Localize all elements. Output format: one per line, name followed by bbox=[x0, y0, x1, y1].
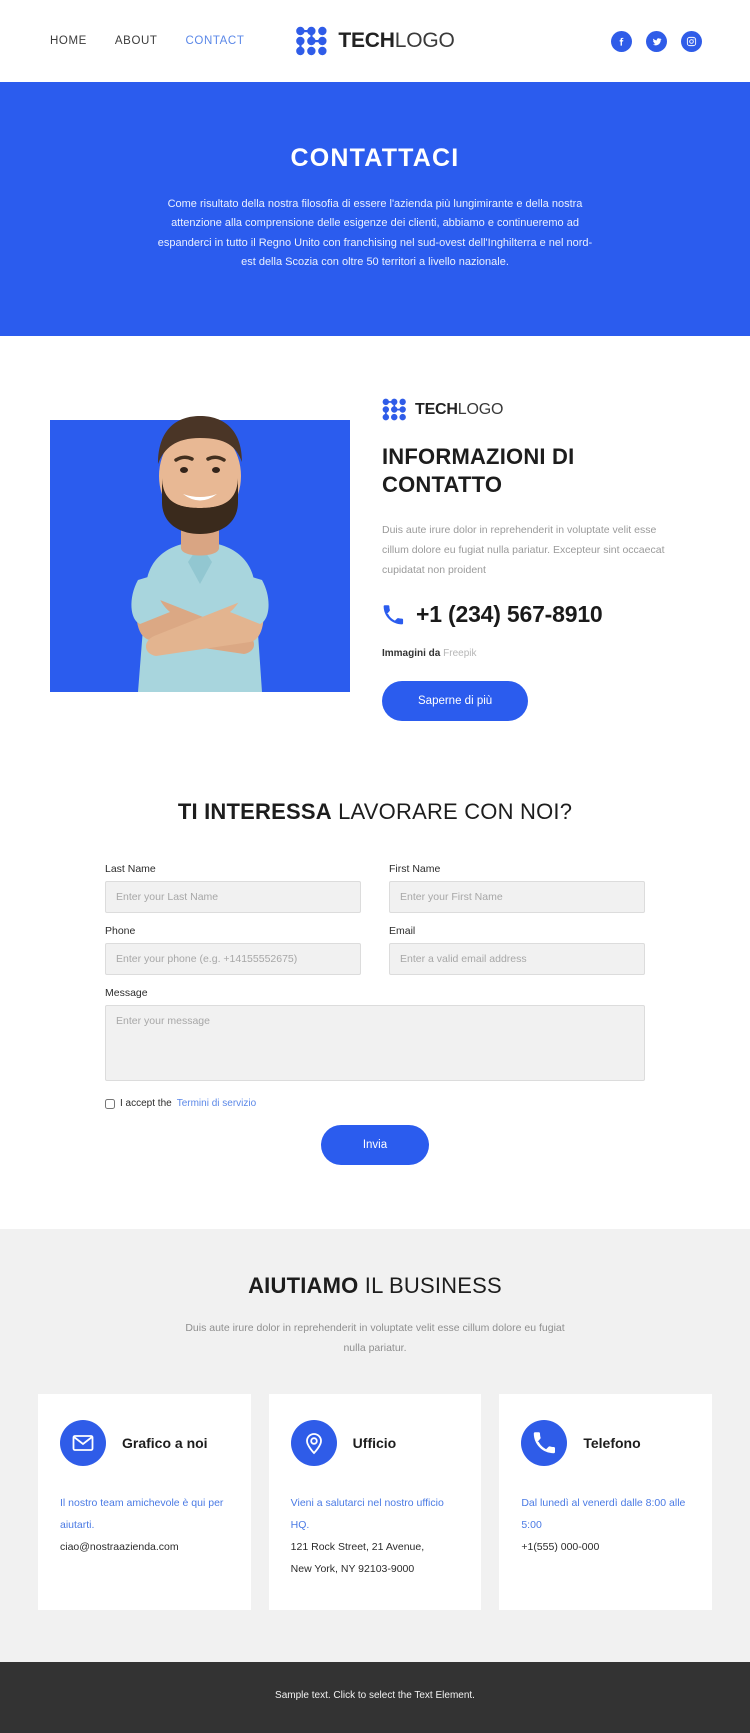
card-blue-line: Vieni a salutarci nel nostro ufficio HQ. bbox=[290, 1496, 444, 1532]
help-subtitle: Duis aute irure dolor in reprehenderit i… bbox=[185, 1322, 565, 1354]
phone-icon bbox=[383, 604, 404, 624]
phone-row[interactable]: +1 (234) 567-8910 bbox=[382, 601, 700, 628]
job-form-section: TI INTERESSA LAVORARE CON NOI? Last Name… bbox=[0, 777, 750, 1230]
credit-prefix: Immagini da bbox=[382, 648, 441, 660]
instagram-icon[interactable] bbox=[681, 30, 702, 52]
card-dark-line: 121 Rock Street, 21 Avenue, bbox=[290, 1541, 425, 1554]
info-logo: TECHLOGO bbox=[382, 398, 700, 421]
envelope-icon bbox=[60, 1419, 106, 1466]
info-logo-light: LOGO bbox=[457, 400, 504, 418]
card-dark-line-2: New York, NY 92103-9000 bbox=[290, 1563, 415, 1576]
first-name-label: First Name bbox=[389, 863, 441, 876]
info-paragraph: Duis aute irure dolor in reprehenderit i… bbox=[382, 524, 665, 577]
card-header: Ufficio bbox=[290, 1419, 460, 1466]
dot-grid-logo-icon bbox=[382, 398, 406, 421]
message-textarea[interactable] bbox=[105, 1005, 645, 1082]
info-logo-text: TECHLOGO bbox=[415, 401, 503, 419]
card-title: Grafico a noi bbox=[122, 1434, 208, 1451]
accept-terms-checkbox[interactable] bbox=[105, 1098, 115, 1109]
accept-terms-label: I accept the bbox=[120, 1098, 172, 1110]
card-email: Grafico a noi Il nostro team amichevole … bbox=[38, 1393, 251, 1611]
message-label: Message bbox=[105, 987, 148, 1000]
learn-more-button[interactable]: Saperne di più bbox=[382, 681, 529, 722]
site-footer: Sample text. Click to select the Text El… bbox=[0, 1662, 750, 1733]
phone-label: Phone bbox=[105, 925, 136, 938]
contact-cards: Grafico a noi Il nostro team amichevole … bbox=[0, 1393, 750, 1611]
contact-form: Last Name First Name Phone Email bbox=[105, 863, 645, 1166]
nav-item-contact[interactable]: CONTACT bbox=[186, 35, 245, 47]
help-heading-bold: AIUTIAMO bbox=[248, 1273, 359, 1299]
terms-link[interactable]: Termini di servizio bbox=[177, 1098, 256, 1109]
email-input[interactable] bbox=[389, 943, 645, 976]
field-email: Email bbox=[389, 925, 645, 976]
submit-button[interactable]: Invia bbox=[320, 1125, 430, 1166]
info-logo-bold: TECH bbox=[415, 400, 458, 418]
card-title: Ufficio bbox=[352, 1434, 397, 1451]
footer-text[interactable]: Sample text. Click to select the Text El… bbox=[275, 1690, 475, 1701]
header-logo-text: TECHLOGO bbox=[338, 29, 454, 53]
help-section: AIUTIAMO IL BUSINESS Duis aute irure dol… bbox=[0, 1229, 750, 1663]
hero-banner: CONTATTACI Come risultato della nostra f… bbox=[0, 82, 750, 336]
card-blue-line: Il nostro team amichevole è qui per aiut… bbox=[60, 1496, 224, 1532]
man-portrait-illustration bbox=[131, 416, 269, 692]
site-header: HOME ABOUT CONTACT TECHLOGO bbox=[0, 0, 750, 82]
credit-source[interactable]: Freepik bbox=[443, 648, 476, 659]
contact-info-body: TECHLOGO INFORMAZIONI DI CONTATTO Duis a… bbox=[382, 372, 700, 722]
nav-item-home[interactable]: HOME bbox=[50, 35, 87, 47]
portrait-photo bbox=[50, 372, 350, 692]
form-row-names: Last Name First Name bbox=[105, 863, 645, 925]
last-name-input[interactable] bbox=[105, 881, 361, 914]
logo-bold: TECH bbox=[338, 29, 395, 52]
first-name-input[interactable] bbox=[389, 881, 645, 914]
phone-number: +1 (234) 567-8910 bbox=[416, 601, 603, 628]
twitter-icon[interactable] bbox=[646, 30, 667, 52]
main-nav: HOME ABOUT CONTACT bbox=[50, 35, 244, 47]
image-credit: Immagini da Freepik bbox=[382, 648, 700, 659]
form-row-contact: Phone Email bbox=[105, 925, 645, 987]
form-heading: TI INTERESSA LAVORARE CON NOI? bbox=[0, 799, 750, 825]
header-logo[interactable]: TECHLOGO bbox=[295, 26, 455, 56]
card-dark-line[interactable]: ciao@nostraazienda.com bbox=[60, 1536, 229, 1558]
hero-subtitle: Come risultato della nostra filosofia di… bbox=[157, 198, 593, 268]
facebook-icon[interactable] bbox=[611, 30, 632, 52]
field-message: Message bbox=[105, 987, 645, 1086]
email-label: Email bbox=[389, 925, 416, 938]
field-phone: Phone bbox=[105, 925, 361, 976]
nav-item-about[interactable]: ABOUT bbox=[115, 35, 158, 47]
phone-icon bbox=[521, 1419, 568, 1466]
last-name-label: Last Name bbox=[105, 863, 156, 876]
location-pin-icon bbox=[290, 1419, 337, 1466]
phone-input[interactable] bbox=[105, 943, 361, 976]
field-first-name: First Name bbox=[389, 863, 645, 914]
card-blue-line: Dal lunedì al venerdì dalle 8:00 alle 5:… bbox=[521, 1496, 686, 1532]
card-header: Telefono bbox=[521, 1419, 690, 1466]
help-heading: AIUTIAMO IL BUSINESS bbox=[0, 1273, 750, 1299]
card-dark-line[interactable]: +1(555) 000-000 bbox=[521, 1536, 690, 1558]
help-heading-light: IL BUSINESS bbox=[358, 1273, 502, 1299]
card-office: Ufficio Vieni a salutarci nel nostro uff… bbox=[268, 1393, 482, 1611]
terms-row: I accept the Termini di servizio bbox=[105, 1098, 645, 1109]
card-header: Grafico a noi bbox=[60, 1419, 229, 1466]
page-title: CONTATTACI bbox=[290, 144, 460, 172]
dot-grid-logo-icon bbox=[296, 26, 327, 56]
contact-page: HOME ABOUT CONTACT TECHLOGO CONTATTACI C… bbox=[0, 0, 750, 1733]
info-heading: INFORMAZIONI DI CONTATTO bbox=[382, 444, 575, 498]
field-last-name: Last Name bbox=[105, 863, 361, 914]
form-heading-bold: TI INTERESSA bbox=[177, 799, 332, 825]
card-title: Telefono bbox=[583, 1434, 641, 1451]
social-links bbox=[611, 30, 702, 52]
logo-light: LOGO bbox=[394, 29, 455, 52]
card-phone: Telefono Dal lunedì al venerdì dalle 8:0… bbox=[499, 1393, 713, 1611]
submit-row: Invia bbox=[105, 1125, 645, 1166]
form-heading-light: LAVORARE CON NOI? bbox=[331, 799, 573, 825]
contact-info-section: TECHLOGO INFORMAZIONI DI CONTATTO Duis a… bbox=[0, 336, 750, 778]
